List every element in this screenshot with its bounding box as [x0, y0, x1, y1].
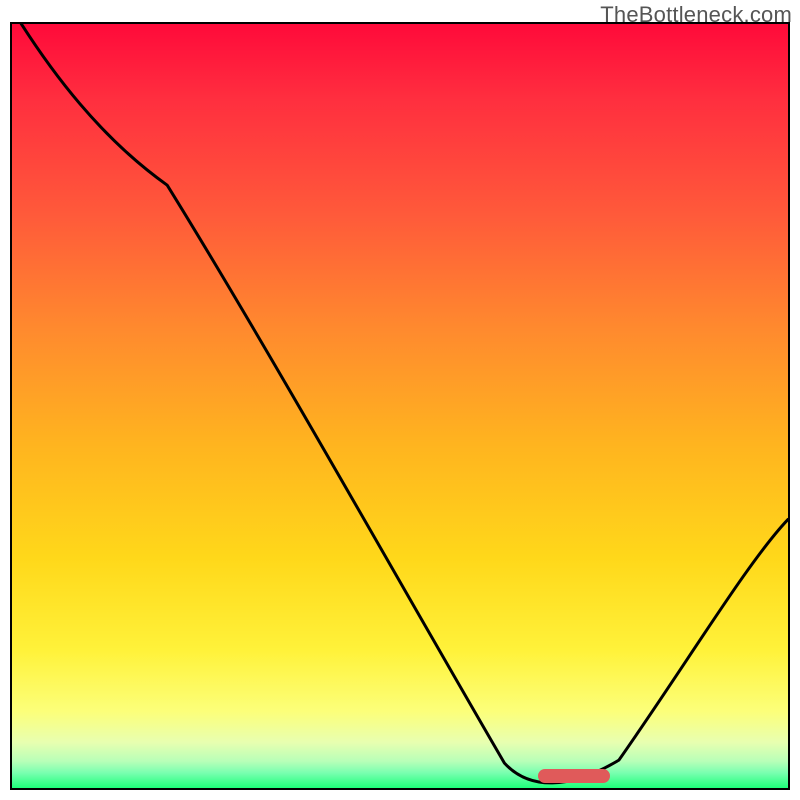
watermark-text: TheBottleneck.com: [600, 2, 792, 28]
chart-container: TheBottleneck.com: [0, 0, 800, 800]
optimal-range-marker: [538, 769, 610, 783]
bottleneck-curve: [12, 24, 788, 783]
curve-svg: [12, 24, 788, 788]
plot-area: [10, 22, 790, 790]
